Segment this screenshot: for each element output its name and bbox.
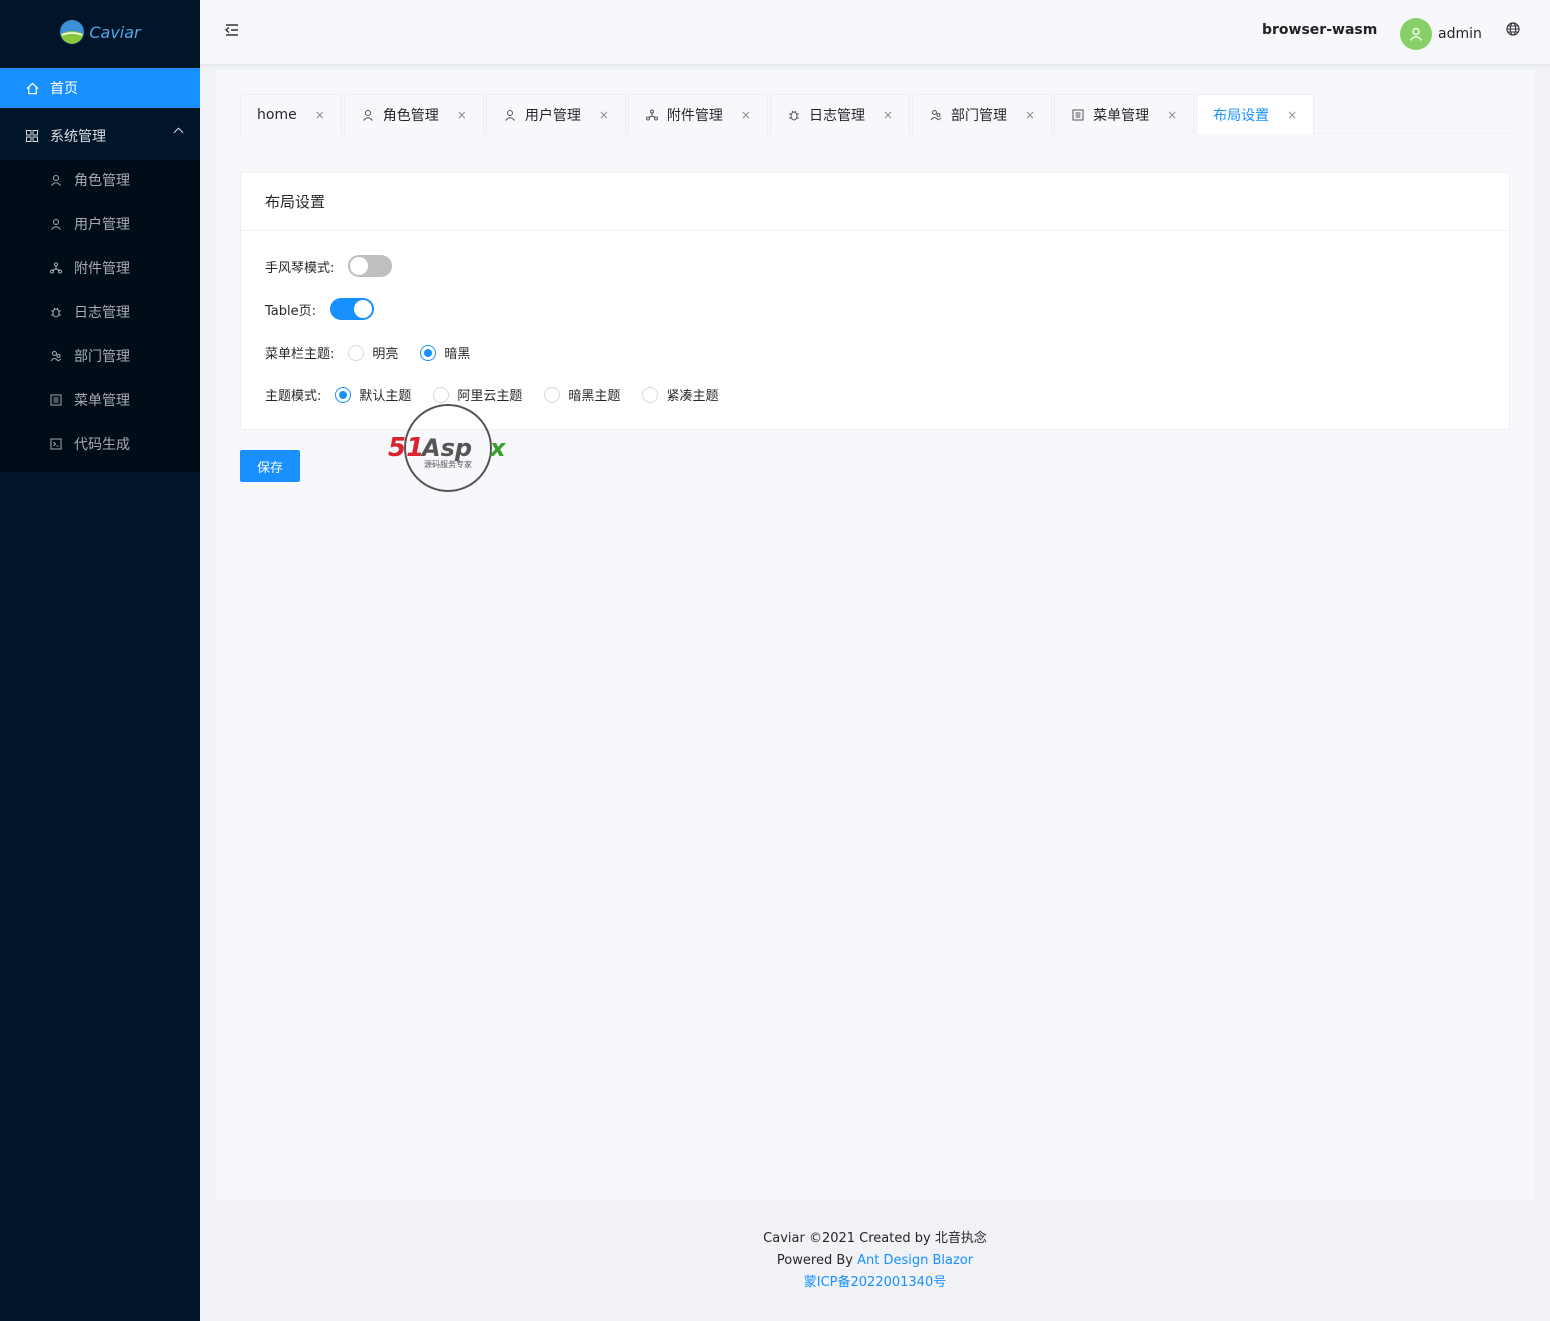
code-icon (48, 438, 64, 450)
sidebar-item-label: 代码生成 (74, 437, 130, 453)
radio-menu-theme-light[interactable]: 明亮 (348, 343, 398, 362)
team-icon (929, 109, 943, 121)
header: browser-wasm admin (200, 0, 1550, 64)
close-icon[interactable]: × (599, 108, 609, 122)
sidebar-item-label: 角色管理 (74, 173, 130, 189)
table-switch[interactable] (330, 298, 374, 320)
sidebar-item-label: 部门管理 (74, 349, 130, 365)
menu-theme-label: 菜单栏主题: (265, 347, 335, 362)
user-icon (1409, 27, 1423, 41)
sidebar-item-label: 日志管理 (74, 305, 130, 321)
caviar-logo-icon (60, 20, 85, 44)
icp-link[interactable]: 蒙ICP备2022001340号 (804, 1275, 946, 1290)
accordion-row: 手风琴模式: (265, 255, 393, 277)
sidebar-submenu: 角色管理 用户管理 附件管理 日志管理 部门管理 菜单管理 代码生成 (0, 160, 200, 472)
close-icon[interactable]: × (1287, 108, 1297, 122)
username: admin (1438, 26, 1482, 42)
footer-copyright: Caviar ©2021 Created by 北音执念 (763, 1231, 987, 1246)
sidebar-item-label: 用户管理 (74, 217, 130, 233)
table-row: Table页: (265, 298, 374, 320)
theme-mode-label: 主题模式: (265, 389, 322, 404)
user-role-icon (48, 174, 64, 186)
sidebar-item-menus[interactable]: 菜单管理 (0, 380, 200, 420)
sidebar-group-label: 系统管理 (50, 129, 106, 145)
close-icon[interactable]: × (457, 108, 467, 122)
watermark-logo: 51 Asp x 源码服务专家 (388, 404, 507, 492)
profile-icon (48, 394, 64, 406)
bug-icon (787, 109, 801, 121)
team-icon (48, 350, 64, 362)
tab-menus[interactable]: 菜单管理 × (1054, 94, 1195, 134)
home-icon (24, 82, 40, 95)
sidebar-item-label: 附件管理 (74, 261, 130, 277)
content: home × 角色管理 × 用户管理 × 附件管理 × 日志管理 × 部门管理 … (216, 70, 1534, 1200)
accordion-switch[interactable] (348, 255, 393, 277)
footer-powered: Powered By Ant Design Blazor (776, 1253, 974, 1268)
sidebar-item-codegen[interactable]: 代码生成 (0, 424, 200, 464)
tab-departments[interactable]: 部门管理 × (912, 94, 1053, 134)
layout-settings-card: 布局设置 手风琴模式: Table页: 菜单栏主题: 明亮 暗黑 主题模式: 默… (240, 172, 1510, 430)
tab-layout-settings[interactable]: 布局设置 × (1196, 94, 1315, 134)
bug-icon (48, 306, 64, 318)
radio-circle (642, 386, 659, 403)
sidebar-item-roles[interactable]: 角色管理 (0, 160, 200, 200)
tab-bar: home × 角色管理 × 用户管理 × 附件管理 × 日志管理 × 部门管理 … (240, 94, 1510, 134)
cluster-icon (48, 262, 64, 274)
environment-label: browser-wasm (1262, 22, 1378, 38)
user-icon (503, 109, 517, 121)
sidebar-item-users[interactable]: 用户管理 (0, 204, 200, 244)
close-icon[interactable]: × (315, 108, 325, 122)
cluster-icon (645, 109, 659, 121)
user-role-icon (361, 109, 375, 121)
tab-home[interactable]: home × (240, 94, 342, 134)
radio-circle (335, 386, 352, 403)
switch-knob (350, 257, 369, 275)
tab-users[interactable]: 用户管理 × (485, 94, 626, 134)
appstore-icon (24, 130, 40, 142)
menu-theme-row: 菜单栏主题: 明亮 暗黑 (265, 343, 492, 362)
menu-fold-icon[interactable] (224, 22, 240, 38)
radio-circle (420, 344, 437, 361)
sidebar-group-system[interactable]: 系统管理 (0, 116, 200, 156)
watermark-brand-part2: Asp (420, 434, 472, 462)
tab-logs[interactable]: 日志管理 × (769, 94, 911, 134)
accordion-label: 手风琴模式: (265, 260, 335, 276)
card-title: 布局设置 (241, 173, 1509, 231)
sidebar-item-attachments[interactable]: 附件管理 (0, 248, 200, 288)
sidebar-item-label: 菜单管理 (74, 393, 130, 409)
sidebar-item-home[interactable]: 首页 (0, 68, 200, 108)
watermark-tagline: 源码服务专家 (424, 459, 472, 469)
user-menu[interactable]: admin (1400, 18, 1482, 50)
logo[interactable]: Caviar (0, 0, 200, 64)
footer: Caviar ©2021 Created by 北音执念 Powered By … (200, 1228, 1550, 1294)
user-icon (48, 218, 64, 230)
radio-theme-dark[interactable]: 暗黑主题 (544, 385, 620, 404)
tab-attachments[interactable]: 附件管理 × (627, 94, 768, 134)
ant-design-blazor-link[interactable]: Ant Design Blazor (857, 1253, 973, 1268)
radio-circle (544, 386, 561, 403)
radio-theme-compact[interactable]: 紧凑主题 (642, 385, 718, 404)
close-icon[interactable]: × (741, 108, 751, 122)
sidebar: Caviar 首页 系统管理 角色管理 用户管理 附件管理 日志管理 部门管理 … (0, 0, 200, 1321)
switch-knob (354, 300, 372, 318)
logo-text: Caviar (89, 22, 141, 42)
watermark-brand-part1: 51 (388, 433, 424, 463)
radio-menu-theme-dark[interactable]: 暗黑 (420, 343, 470, 362)
avatar (1400, 18, 1432, 50)
close-icon[interactable]: × (883, 108, 893, 122)
close-icon[interactable]: × (1025, 108, 1035, 122)
tab-roles[interactable]: 角色管理 × (343, 94, 484, 134)
table-label: Table页: (265, 303, 316, 319)
radio-circle (348, 344, 365, 361)
sidebar-item-logs[interactable]: 日志管理 (0, 292, 200, 332)
sidebar-item-label: 首页 (50, 81, 78, 97)
globe-icon[interactable] (1506, 22, 1520, 36)
close-icon[interactable]: × (1167, 108, 1177, 122)
save-button[interactable]: 保存 (240, 450, 300, 482)
chevron-up-icon (173, 127, 184, 138)
sidebar-item-departments[interactable]: 部门管理 (0, 336, 200, 376)
watermark-brand-part3: x (489, 434, 507, 462)
profile-icon (1071, 109, 1085, 121)
